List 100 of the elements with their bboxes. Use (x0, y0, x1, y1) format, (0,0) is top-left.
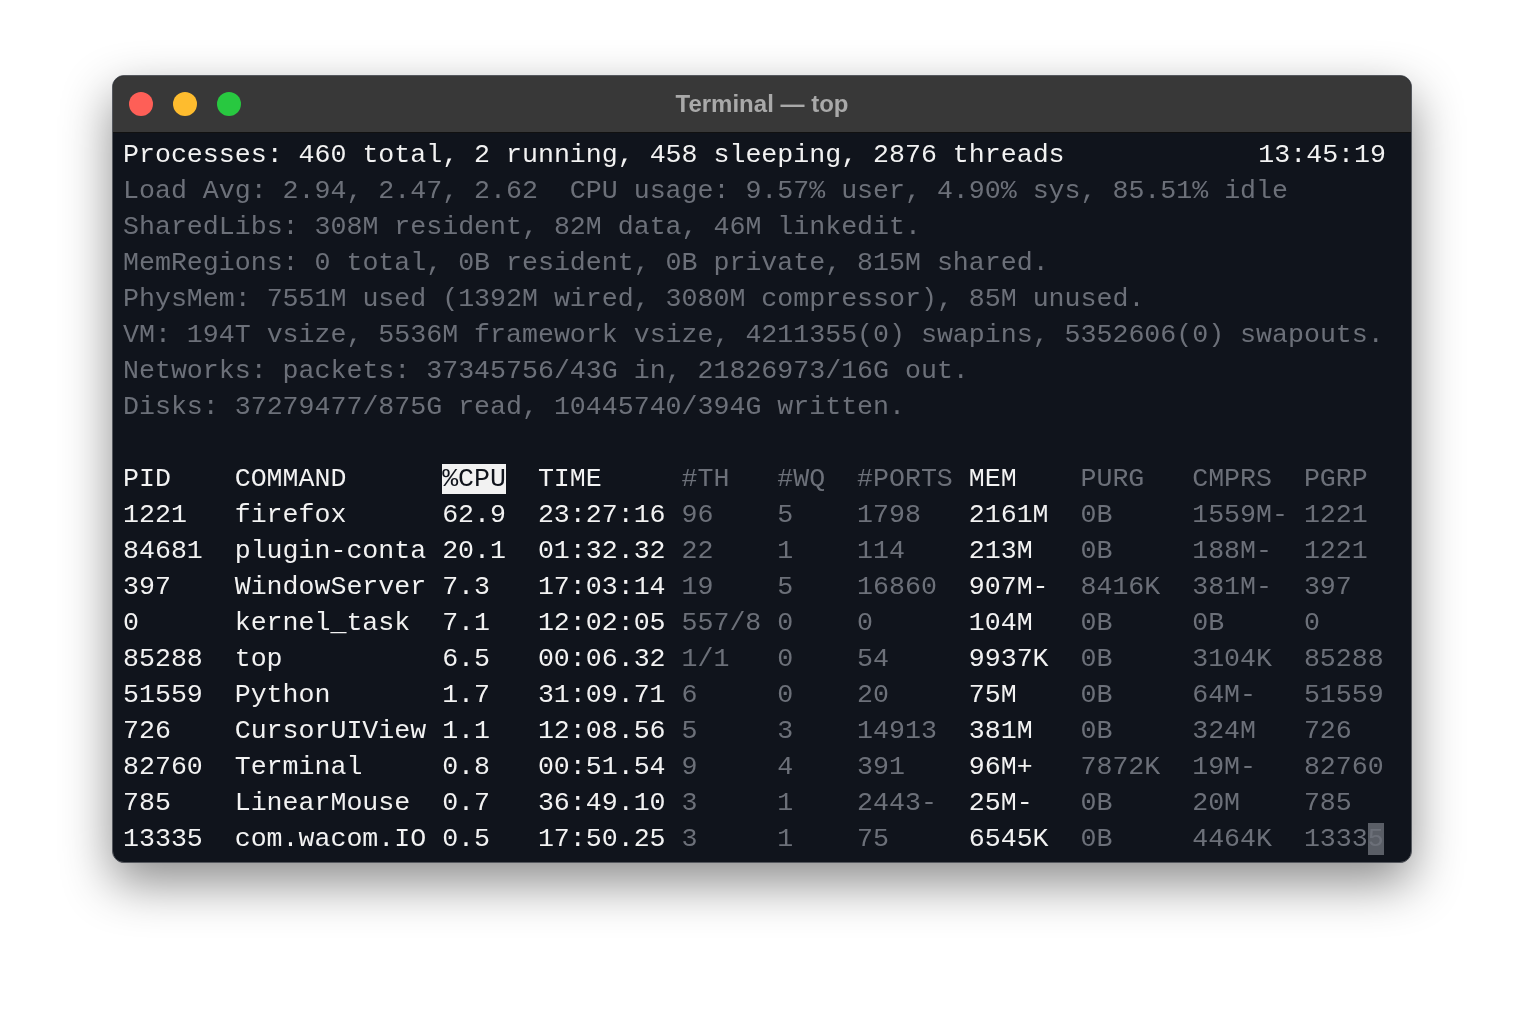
table-cell-text: LinearMouse (234, 787, 411, 820)
column-header[interactable]: PGRP (1303, 464, 1368, 494)
table-cell-text: 5 (777, 499, 794, 532)
table-cell-text: kernel_task (234, 607, 411, 640)
table-cell-text: firefox (234, 499, 347, 532)
column-header[interactable]: TIME (537, 464, 602, 494)
column-header[interactable]: PURG (1080, 464, 1145, 494)
table-cell-text: com.wacom.IO (234, 823, 427, 856)
table-cell-text: 1221 (1303, 499, 1368, 532)
table-cell-text: 1.7 (442, 679, 491, 712)
table-cell-text: 31:09.71 (537, 679, 666, 712)
table-cell-text: 726 (1303, 715, 1352, 748)
table-cell-text: 1221 (1303, 535, 1368, 568)
column-header[interactable]: COMMAND (234, 464, 347, 494)
table-cell-text: Terminal (234, 751, 363, 784)
table-cell-text: 51559 (1303, 679, 1384, 712)
table-cell-text: 907M- (968, 571, 1049, 604)
table-cell-text: 17:03:14 (537, 571, 666, 604)
stats-line: Networks: packets: 37345756/43G in, 21826973/16G out. (123, 356, 969, 386)
table-cell-text: 0 (123, 607, 139, 640)
table-cell-text: 7.3 (442, 571, 491, 604)
table-cell-text: 1798 (857, 499, 921, 532)
table-cell-text: 785 (1303, 787, 1352, 820)
column-header[interactable]: PID (123, 464, 171, 494)
table-cell-text: 1 (777, 535, 794, 568)
table-cell-text: 75 (857, 823, 889, 856)
column-header[interactable]: CMPRS (1192, 464, 1272, 494)
table-cell-text: 2443- (857, 787, 937, 820)
table-cell-text: 324M (1192, 715, 1256, 748)
table-cell-text: 85288 (1303, 643, 1384, 676)
close-button[interactable] (129, 92, 153, 116)
column-header[interactable]: %CPU (442, 464, 506, 494)
table-cell-text: top (234, 643, 283, 676)
stats-line: Disks: 37279477/875G read, 10445740/394G written. (123, 392, 905, 422)
table-cell-text: 6545K (968, 823, 1049, 856)
clock: 13:45:19 (1258, 139, 1386, 172)
table-cell-text: 82760 (123, 751, 203, 784)
stats-line: Load Avg: 2.94, 2.47, 2.62 CPU usage: 9.57% user, 4.90% sys, 85.51% idle (123, 176, 1288, 206)
table-cell-text: 9 (681, 751, 698, 784)
table-cell-text: 104M (968, 607, 1033, 640)
table-cell-text: 1 (777, 787, 794, 820)
table-cell-text: WindowServer (234, 571, 427, 604)
table-cell-text: 13335 (123, 823, 203, 856)
table-cell-text: 8416K (1080, 571, 1161, 604)
table-cell-text: 726 (123, 715, 171, 748)
column-header[interactable]: #WQ (777, 464, 826, 494)
minimize-button[interactable] (173, 92, 197, 116)
table-cell-text: 0 (857, 607, 874, 640)
table-cell-text: 213M (968, 535, 1033, 568)
table-cell-text: 0 (777, 607, 794, 640)
table-cell-text: 557/8 (681, 607, 762, 640)
table-cell-text: 9937K (968, 643, 1049, 676)
table-cell-text: 0.7 (442, 787, 491, 820)
table-cell-text: 6.5 (442, 643, 491, 676)
column-header[interactable]: MEM (968, 464, 1017, 494)
table-cell-text: 0B (1080, 679, 1113, 712)
stats-line: SharedLibs: 308M resident, 82M data, 46M linkedit. (123, 212, 921, 242)
table-cell-text: 7.1 (442, 607, 491, 640)
table-cell-text: 4464K (1192, 823, 1272, 856)
stats-line: MemRegions: 0 total, 0B resident, 0B private, 815M shared. (123, 248, 1049, 278)
table-cell-text: 188M- (1192, 535, 1272, 568)
table-cell-text: Python (234, 679, 331, 712)
table-cell-text: 0.8 (442, 751, 491, 784)
table-cell-text: 25M- (968, 787, 1033, 820)
table-cell-text: 1/1 (681, 643, 730, 676)
table-cell-text: 85288 (123, 643, 203, 676)
column-header[interactable]: #TH (681, 464, 730, 494)
window-title: Terminal — top (675, 89, 849, 119)
table-cell-text: 75M (968, 679, 1017, 712)
table-cell-text: 1559M- (1192, 499, 1288, 532)
table-cell-text: 12:02:05 (537, 607, 666, 640)
table-cell-text: 84681 (123, 535, 203, 568)
process-summary: Processes: 460 total, 2 running, 458 sleeping, 2876 threads (123, 139, 1065, 172)
zoom-button[interactable] (217, 92, 241, 116)
table-cell-text: 51559 (123, 679, 203, 712)
table-cell-text: 54 (857, 643, 889, 676)
table-cell-text: 20 (857, 679, 889, 712)
table-cell-text: 114 (857, 535, 905, 568)
table-cell-text: 3 (681, 787, 698, 820)
table-cell-text: plugin-conta (234, 535, 427, 568)
table-cell-text: 22 (681, 535, 714, 568)
table-cell-text: 0B (1080, 715, 1113, 748)
table-cell-text: 1 (777, 823, 794, 856)
column-header[interactable]: #PORTS (857, 464, 953, 494)
table-cell-text: 0B (1080, 787, 1113, 820)
table-cell-text: 96 (681, 499, 714, 532)
table-cell-text: 4 (777, 751, 794, 784)
stats-line: VM: 194T vsize, 5536M framework vsize, 4211355(0) swapins, 5352606(0) swapouts. (123, 320, 1384, 350)
table-cell-text: 0B (1080, 643, 1113, 676)
table-cell-text: 12:08.56 (537, 715, 666, 748)
table-cell-text: 0B (1192, 607, 1225, 640)
table-cell-text: 3 (777, 715, 794, 748)
table-cell-text: 0 (777, 679, 794, 712)
table-cell-text: 36:49.10 (537, 787, 666, 820)
table-cell-text: 7872K (1080, 751, 1161, 784)
table-cell-text: 19 (681, 571, 714, 604)
table-cell-text: 5 (681, 715, 698, 748)
table-cell-text: 0B (1080, 535, 1113, 568)
table-cell-text: 0B (1080, 499, 1113, 532)
table-cell-text: 785 (123, 787, 171, 820)
